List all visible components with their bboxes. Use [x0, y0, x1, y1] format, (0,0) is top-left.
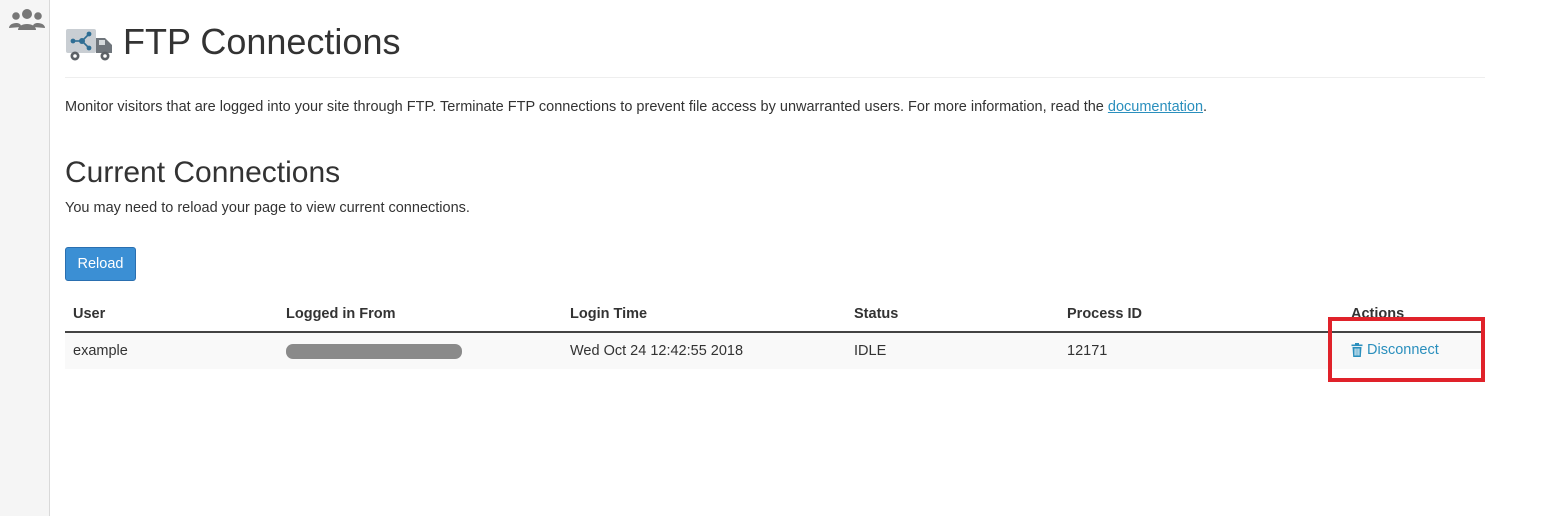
table-row: example Wed Oct 24 12:42:55 2018 IDLE 12…: [65, 332, 1485, 369]
column-header-process-id[interactable]: Process ID: [1059, 296, 1343, 333]
cell-status: IDLE: [846, 332, 1059, 369]
connections-table: User Logged in From Login Time Status Pr…: [65, 296, 1485, 369]
left-sidebar: [0, 0, 50, 516]
main-content: FTP Connections Monitor visitors that ar…: [65, 0, 1485, 516]
trash-icon: [1351, 342, 1363, 357]
disconnect-link[interactable]: Disconnect: [1351, 342, 1439, 358]
redacted-ip: [286, 343, 462, 359]
ftp-truck-icon: [66, 29, 112, 61]
cell-process-id: 12171: [1059, 332, 1343, 369]
description-suffix: .: [1203, 99, 1208, 115]
description-text: Monitor visitors that are logged into yo…: [65, 99, 1108, 115]
page-header: FTP Connections: [65, 18, 1485, 78]
section-title: Current Connections: [65, 156, 341, 189]
disconnect-label: Disconnect: [1367, 341, 1439, 358]
section-note: You may need to reload your page to view…: [65, 200, 470, 216]
documentation-link[interactable]: documentation: [1108, 99, 1203, 115]
column-header-actions: Actions: [1343, 296, 1485, 333]
column-header-login-time[interactable]: Login Time: [562, 296, 846, 333]
cell-logged-in-from: [278, 332, 562, 369]
page-title: FTP Connections: [123, 21, 401, 62]
cell-actions: Disconnect: [1343, 332, 1485, 369]
column-header-status[interactable]: Status: [846, 296, 1059, 333]
column-header-user[interactable]: User: [65, 296, 278, 333]
column-header-logged-in-from[interactable]: Logged in From: [278, 296, 562, 333]
reload-button[interactable]: Reload: [65, 247, 136, 281]
table-header-row: User Logged in From Login Time Status Pr…: [65, 296, 1485, 333]
cell-login-time: Wed Oct 24 12:42:55 2018: [562, 332, 846, 369]
users-icon[interactable]: [9, 8, 45, 32]
cell-user: example: [65, 332, 278, 369]
page-description: Monitor visitors that are logged into yo…: [65, 97, 1207, 117]
